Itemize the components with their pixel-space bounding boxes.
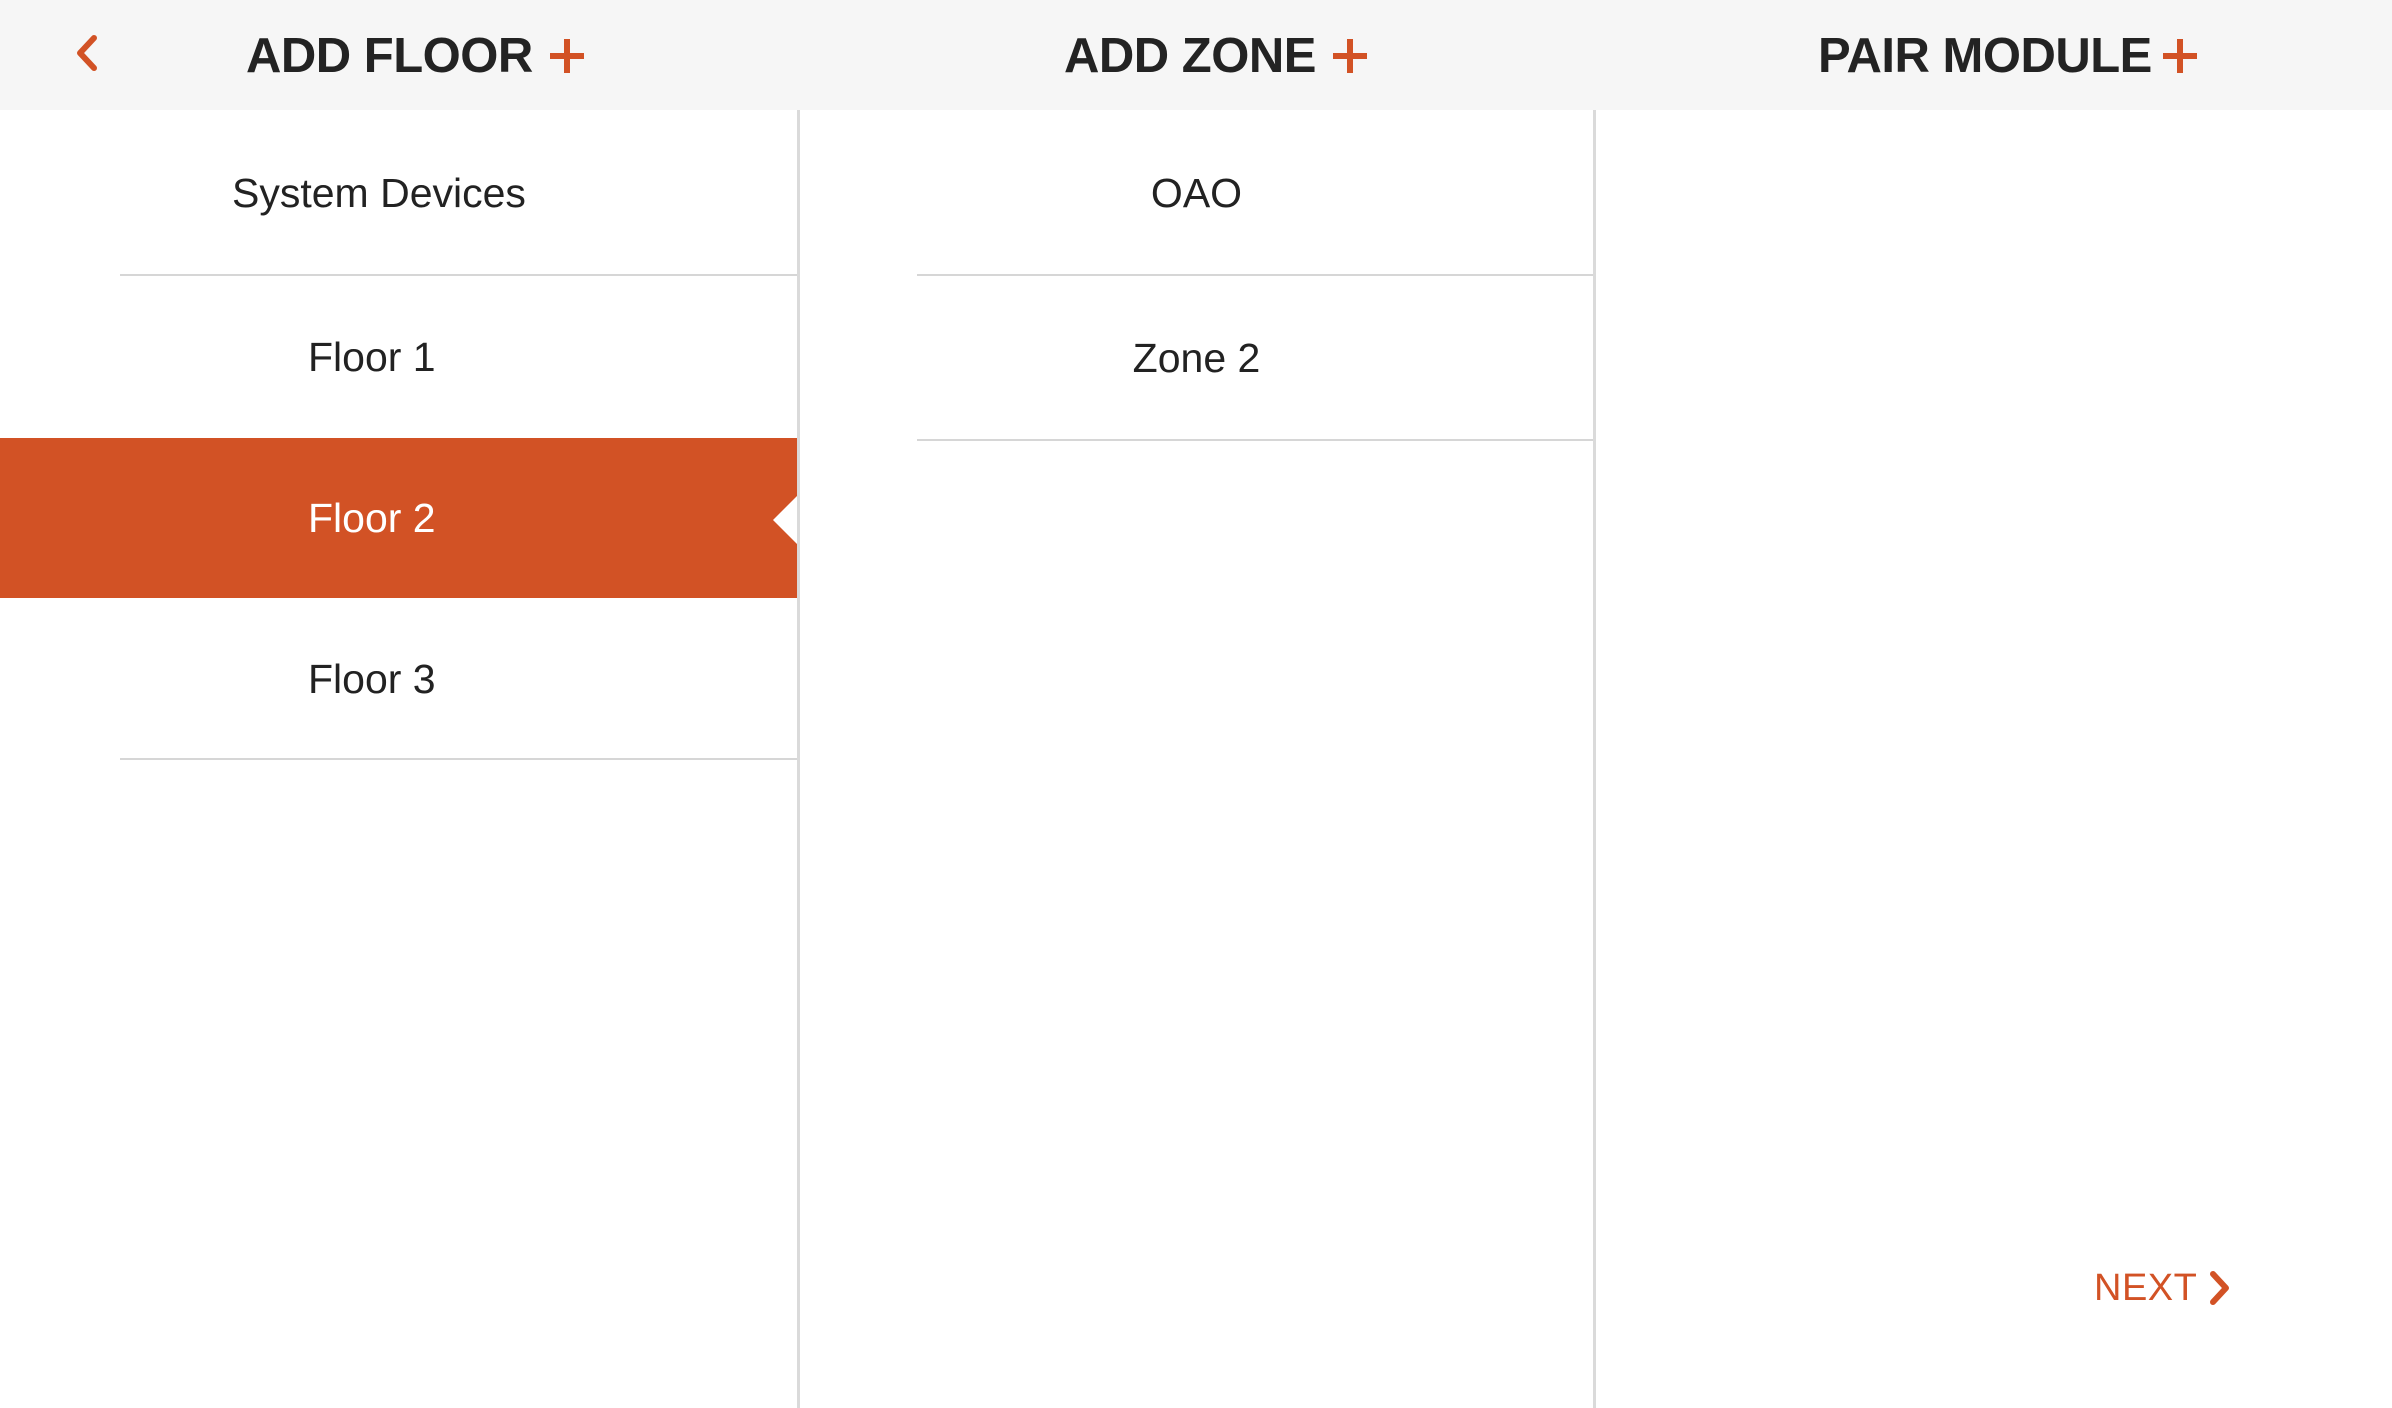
- floor-item-label: System Devices: [232, 169, 526, 216]
- plus-icon: [2162, 39, 2197, 73]
- header-bar: ADD FLOOR ADD ZONE PAIR MODULE: [0, 0, 2392, 110]
- floor-item-floor-2[interactable]: Floor 2: [0, 438, 797, 598]
- zones-column: OAO Zone 2: [800, 110, 1596, 1408]
- divider: [917, 439, 1593, 441]
- back-button[interactable]: [64, 28, 116, 80]
- floor-item-system-devices[interactable]: System Devices: [0, 110, 797, 276]
- selection-indicator: [773, 496, 797, 544]
- pair-module-button[interactable]: PAIR MODULE: [1818, 24, 2200, 88]
- plus-icon: [549, 39, 584, 73]
- floor-item-label: Floor 2: [308, 494, 436, 541]
- floor-item-floor-1[interactable]: Floor 1: [0, 276, 797, 438]
- next-button[interactable]: NEXT: [2094, 1262, 2233, 1314]
- add-floor-button[interactable]: ADD FLOOR: [246, 24, 587, 88]
- zone-item-label: OAO: [1150, 169, 1243, 216]
- zone-item-oao[interactable]: OAO: [800, 110, 1593, 276]
- floor-item-label: Floor 3: [308, 655, 436, 702]
- zone-item-label: Zone 2: [1132, 335, 1261, 381]
- floors-column: System Devices Floor 1 Floor 2 Floor 3: [0, 110, 800, 1408]
- next-label: NEXT: [2094, 1266, 2198, 1309]
- plus-icon: [1332, 39, 1367, 73]
- floor-item-floor-3[interactable]: Floor 3: [0, 598, 797, 760]
- chevron-right-icon: [2210, 1271, 2230, 1305]
- divider: [120, 758, 797, 760]
- zone-item-zone-2[interactable]: Zone 2: [800, 276, 1593, 441]
- add-floor-label: ADD FLOOR: [246, 29, 533, 83]
- add-zone-button[interactable]: ADD ZONE: [1064, 24, 1370, 88]
- chevron-left-icon: [77, 35, 97, 71]
- add-zone-label: ADD ZONE: [1064, 29, 1316, 83]
- modules-column: [1596, 110, 2392, 1408]
- pair-module-label: PAIR MODULE: [1818, 29, 2152, 83]
- floor-item-label: Floor 1: [308, 333, 436, 380]
